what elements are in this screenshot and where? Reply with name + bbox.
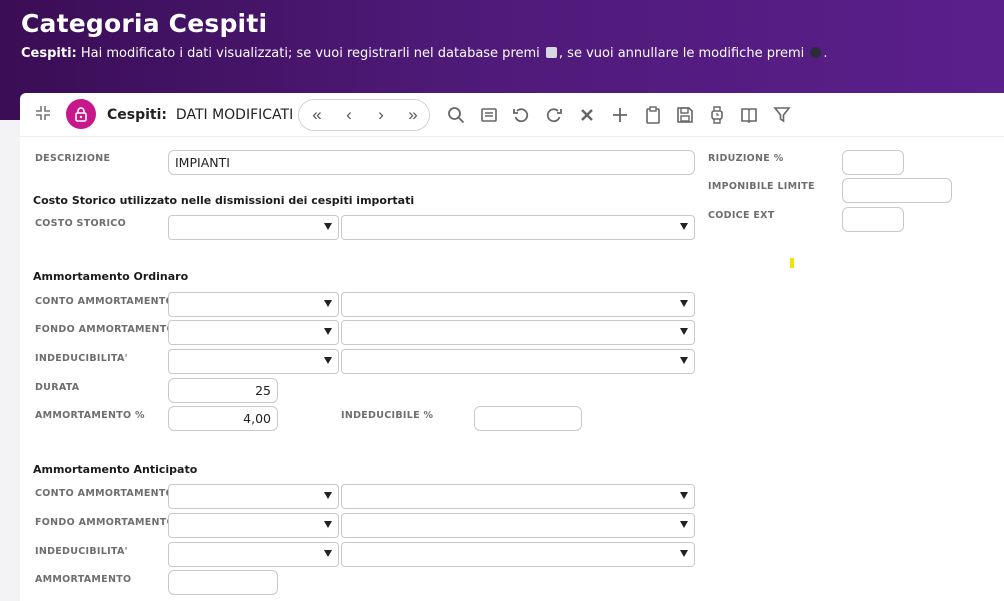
chevron-down-icon <box>324 300 332 307</box>
redo-button[interactable] <box>542 103 566 127</box>
ant-indeducibilita-description-select[interactable] <box>341 542 695 567</box>
descrizione-label: DESCRIZIONE <box>35 153 111 164</box>
ord-conto-code-select[interactable] <box>168 292 339 317</box>
floppy-disk-icon <box>677 107 693 123</box>
ord-fondo-label: FONDO AMMORTAMENTO <box>35 324 175 335</box>
ant-conto-description-select[interactable] <box>341 484 695 509</box>
codice-ext-input[interactable] <box>842 207 904 232</box>
status-message: Cespiti: Hai modificato i dati visualizz… <box>21 46 828 61</box>
durata-label: DURATA <box>35 382 80 393</box>
riduzione-input[interactable] <box>842 150 904 175</box>
chevron-down-icon <box>680 300 688 307</box>
toolbar-title: Cespiti: DATI MODIFICATI <box>107 107 293 123</box>
ant-fondo-code-select[interactable] <box>168 513 339 538</box>
chevron-down-icon <box>680 492 688 499</box>
codice-ext-label: CODICE EXT <box>708 210 775 221</box>
previous-record-button[interactable]: ‹ <box>337 104 361 126</box>
book-button[interactable] <box>737 103 761 127</box>
lock-icon <box>75 107 87 122</box>
watch-icon <box>711 106 723 124</box>
close-icon <box>581 109 593 121</box>
indeducibile-perc-input[interactable] <box>474 406 582 431</box>
chevron-down-icon <box>680 550 688 557</box>
undo-icon <box>513 108 529 123</box>
ord-fondo-description-select[interactable] <box>341 320 695 345</box>
imponibile-limite-label: IMPONIBILE LIMITE <box>708 181 815 192</box>
indeducibile-perc-label: INDEDUCIBILE % <box>341 410 434 421</box>
costo-storico-label: COSTO STORICO <box>35 218 126 229</box>
text-cursor-marker <box>790 258 794 268</box>
chevron-down-icon <box>324 492 332 499</box>
ant-ammortamento-input[interactable] <box>168 570 278 595</box>
chevron-down-icon <box>680 223 688 230</box>
costo-storico-section-title: Costo Storico utilizzato nelle dismissio… <box>33 194 415 207</box>
ord-indeducibilita-code-select[interactable] <box>168 349 339 374</box>
descrizione-input[interactable]: IMPIANTI <box>168 150 695 175</box>
chevron-down-icon <box>324 357 332 364</box>
durata-input[interactable]: 25 <box>168 378 278 403</box>
ammortamento-perc-input[interactable]: 4,00 <box>168 406 278 431</box>
ammortamento-ordinario-section-title: Ammortamento Ordinaro <box>33 270 189 283</box>
ant-indeducibilita-label: INDEDUCIBILITA' <box>35 546 128 557</box>
chevron-down-icon <box>680 521 688 528</box>
chevron-down-icon <box>680 328 688 335</box>
save-button[interactable] <box>673 103 697 127</box>
costo-storico-description-select[interactable] <box>341 215 695 240</box>
ant-fondo-description-select[interactable] <box>341 513 695 538</box>
ord-fondo-code-select[interactable] <box>168 320 339 345</box>
toolbar-title-status: DATI MODIFICATI <box>175 107 294 123</box>
last-record-button[interactable]: » <box>401 104 425 126</box>
riduzione-label: RIDUZIONE % <box>708 153 784 164</box>
redo-icon <box>546 108 562 123</box>
first-record-button[interactable]: « <box>305 104 329 126</box>
plus-icon <box>613 108 627 122</box>
status-message-text-1: Hai modificato i dati visualizzati; se v… <box>76 46 544 61</box>
ord-indeducibilita-description-select[interactable] <box>341 349 695 374</box>
chevron-down-icon <box>324 521 332 528</box>
watch-button[interactable] <box>705 103 729 127</box>
imponibile-limite-input[interactable] <box>842 178 952 203</box>
ammortamento-anticipato-section-title: Ammortamento Anticipato <box>33 463 198 476</box>
status-message-text-2: , se vuoi annullare le modifiche premi <box>558 46 809 61</box>
toolbar: Cespiti: DATI MODIFICATI « ‹ › » <box>20 93 1004 137</box>
add-button[interactable] <box>608 103 632 127</box>
filter-button[interactable] <box>770 103 794 127</box>
chevron-down-icon <box>680 357 688 364</box>
chevron-down-icon <box>324 223 332 230</box>
form-panel: Cespiti: DATI MODIFICATI « ‹ › » DESCRIZ… <box>20 93 1004 601</box>
ord-conto-label: CONTO AMMORTAMENTO <box>35 296 175 307</box>
save-icon <box>545 47 557 58</box>
list-view-button[interactable] <box>477 103 501 127</box>
clipboard-icon <box>646 106 660 124</box>
costo-storico-code-select[interactable] <box>168 215 339 240</box>
toolbar-title-prefix: Cespiti: <box>107 107 168 123</box>
clipboard-button[interactable] <box>641 103 665 127</box>
record-navigation: « ‹ › » <box>298 99 430 131</box>
list-icon <box>481 108 497 122</box>
lock-button[interactable] <box>66 99 96 129</box>
cancel-icon <box>810 47 822 58</box>
ant-fondo-label: FONDO AMMORTAMENTO <box>35 517 175 528</box>
ord-conto-description-select[interactable] <box>341 292 695 317</box>
ant-indeducibilita-code-select[interactable] <box>168 542 339 567</box>
ant-conto-code-select[interactable] <box>168 484 339 509</box>
filter-icon <box>773 107 791 123</box>
book-icon <box>741 108 757 124</box>
page-title: Categoria Cespiti <box>21 9 268 38</box>
status-message-prefix: Cespiti: <box>21 46 77 61</box>
ord-indeducibilita-label: INDEDUCIBILITA' <box>35 353 128 364</box>
ant-conto-label: CONTO AMMORTAMENTO <box>35 488 175 499</box>
search-button[interactable] <box>444 103 468 127</box>
delete-button[interactable] <box>575 103 599 127</box>
chevron-down-icon <box>324 550 332 557</box>
ant-ammortamento-label: AMMORTAMENTO <box>35 574 132 585</box>
next-record-button[interactable]: › <box>369 104 393 126</box>
collapse-icon[interactable] <box>32 103 54 125</box>
search-icon <box>448 107 465 124</box>
ammortamento-perc-label: AMMORTAMENTO % <box>35 410 145 421</box>
status-message-end: . <box>823 46 828 61</box>
undo-button[interactable] <box>509 103 533 127</box>
chevron-down-icon <box>324 328 332 335</box>
